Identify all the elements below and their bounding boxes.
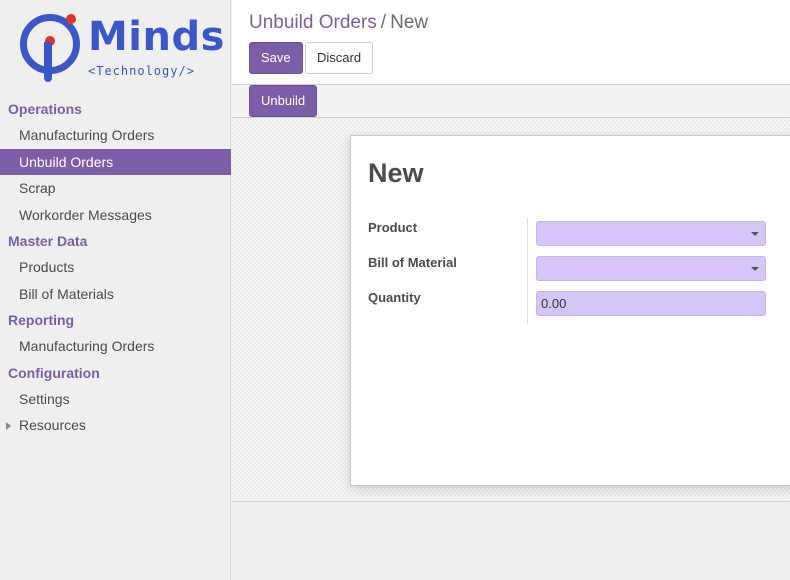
- quantity-value: 0.00: [541, 296, 567, 311]
- quantity-label: Quantity: [368, 290, 421, 305]
- breadcrumb-parent-link[interactable]: Unbuild Orders: [249, 12, 377, 33]
- logo-dot-icon: [66, 14, 76, 24]
- sidebar-item-settings[interactable]: Settings: [0, 386, 231, 413]
- control-panel: Unbuild Orders / New Save Discard: [232, 0, 790, 85]
- form-view: New Product Bill of Material Quantity 0.…: [232, 118, 790, 502]
- section-master-data: Master Data: [8, 233, 88, 249]
- unbuild-button[interactable]: Unbuild: [249, 85, 318, 117]
- discard-button[interactable]: Discard: [305, 42, 374, 74]
- caret-down-icon[interactable]: [751, 232, 759, 236]
- sidebar-item-reporting-manufacturing-orders[interactable]: Manufacturing Orders: [0, 333, 231, 360]
- sidebar-item-resources[interactable]: Resources: [0, 412, 231, 439]
- sidebar-item-products[interactable]: Products: [0, 254, 231, 281]
- logo-subtitle: <Technology/>: [88, 64, 195, 78]
- statusbar: Unbuild: [232, 85, 790, 118]
- sidebar-item-unbuild-orders[interactable]: Unbuild Orders: [0, 148, 231, 175]
- logo-word: Minds: [88, 14, 225, 60]
- section-configuration: Configuration: [8, 364, 100, 381]
- breadcrumb-separator: /: [380, 12, 387, 33]
- sidebar-item-resources-label: Resources: [19, 417, 86, 433]
- section-operations: Operations: [8, 101, 82, 117]
- caret-right-icon: [6, 422, 11, 430]
- breadcrumb-current: New: [390, 12, 429, 33]
- product-label: Product: [368, 220, 418, 235]
- section-reporting: Reporting: [8, 312, 75, 328]
- sidebar-item-bill-of-materials[interactable]: Bill of Materials: [0, 281, 231, 308]
- form-sheet: New Product Bill of Material Quantity 0.…: [350, 135, 790, 486]
- save-button[interactable]: Save: [249, 42, 303, 74]
- field-divider: [527, 218, 528, 323]
- sidebar: Minds <Technology/> Operations Manufactu…: [0, 0, 231, 580]
- bom-label: Bill of Material: [368, 255, 457, 270]
- sidebar-item-manufacturing-orders[interactable]: Manufacturing Orders: [0, 122, 231, 149]
- sidebar-menu: Operations Manufacturing Orders Unbuild …: [0, 96, 231, 439]
- caret-down-icon[interactable]: [751, 267, 759, 271]
- breadcrumb: Unbuild Orders / New: [249, 12, 428, 34]
- sidebar-item-workorder-messages[interactable]: Workorder Messages: [0, 202, 231, 229]
- quantity-input[interactable]: 0.00: [536, 291, 766, 316]
- sidebar-item-scrap[interactable]: Scrap: [0, 175, 231, 202]
- bom-select[interactable]: [536, 256, 766, 281]
- product-select[interactable]: [536, 221, 766, 246]
- company-logo[interactable]: Minds <Technology/>: [20, 12, 224, 86]
- form-title: New: [368, 158, 424, 188]
- logo-stem-icon: [44, 42, 52, 82]
